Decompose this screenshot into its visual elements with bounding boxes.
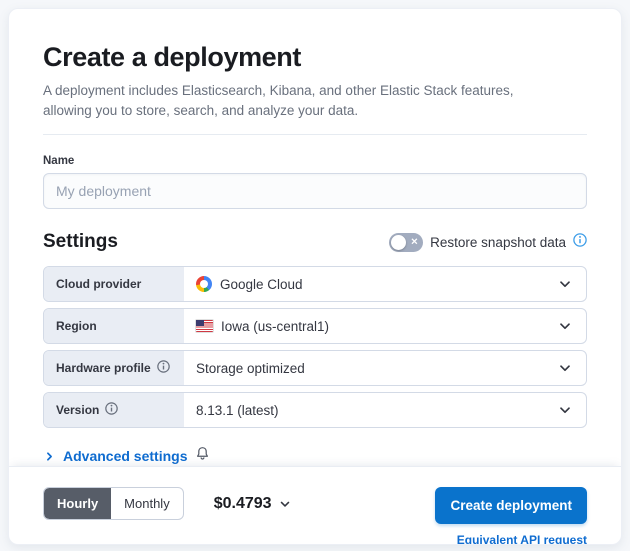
create-deployment-button[interactable]: Create deployment bbox=[435, 487, 587, 525]
region-value: Iowa (us-central1) bbox=[184, 309, 557, 343]
create-deployment-dialog: Create a deployment A deployment include… bbox=[8, 8, 622, 545]
info-icon bbox=[156, 360, 170, 376]
row-label-text: Cloud provider bbox=[56, 277, 142, 292]
us-flag-icon bbox=[195, 319, 214, 334]
toggle-off-x-icon: ✕ bbox=[410, 236, 419, 247]
deployment-name-input[interactable] bbox=[43, 173, 587, 210]
info-icon bbox=[105, 402, 119, 418]
google-cloud-icon bbox=[196, 276, 212, 293]
row-label-text: Hardware profile bbox=[56, 361, 151, 376]
hardware-profile-label-cell: Hardware profile bbox=[44, 351, 184, 386]
info-icon[interactable] bbox=[573, 232, 587, 252]
bell-icon bbox=[195, 446, 210, 466]
restore-snapshot-toggle[interactable]: ✕ bbox=[389, 232, 424, 252]
chevron-down-icon bbox=[557, 309, 586, 343]
page-subtitle: A deployment includes Elasticsearch, Kib… bbox=[43, 82, 514, 118]
hardware-profile-value: Storage optimized bbox=[184, 351, 557, 385]
dialog-body: Create a deployment A deployment include… bbox=[9, 9, 621, 466]
price-value: $0.4793 bbox=[213, 494, 272, 512]
row-value-text: Google Cloud bbox=[220, 276, 303, 292]
toggle-knob bbox=[391, 234, 407, 250]
header-divider bbox=[43, 134, 587, 136]
row-value-text: Iowa (us-central1) bbox=[221, 318, 330, 334]
chevron-down-icon bbox=[557, 393, 586, 427]
hardware-profile-select[interactable]: Hardware profile Storage optimized bbox=[43, 350, 587, 387]
cloud-provider-value: Google Cloud bbox=[184, 267, 557, 301]
chevron-right-icon bbox=[43, 450, 56, 463]
row-value-text: Storage optimized bbox=[196, 360, 305, 376]
chevron-down-icon bbox=[278, 497, 292, 511]
footer-actions: Create deployment Equivalent API request bbox=[435, 487, 587, 544]
row-label-text: Region bbox=[56, 319, 97, 334]
billing-monthly-button[interactable]: Monthly bbox=[111, 488, 183, 519]
row-label-text: Version bbox=[56, 403, 100, 418]
dialog-footer: Hourly Monthly $0.4793 Create deployment… bbox=[9, 466, 621, 544]
cloud-provider-select[interactable]: Cloud provider Google Cloud bbox=[43, 266, 587, 303]
name-label: Name bbox=[43, 155, 75, 168]
settings-select-rows: Cloud provider Google Cloud Region Iowa … bbox=[43, 266, 587, 429]
restore-snapshot-group: ✕ Restore snapshot data bbox=[389, 232, 587, 252]
price-dropdown[interactable]: $0.4793 bbox=[214, 487, 292, 520]
page-title: Create a deployment bbox=[43, 42, 301, 72]
region-label-cell: Region bbox=[44, 309, 184, 344]
advanced-settings-link[interactable]: Advanced settings bbox=[63, 448, 187, 464]
name-field-block: Name bbox=[43, 155, 587, 210]
row-value-text: 8.13.1 (latest) bbox=[196, 402, 279, 418]
billing-hourly-button[interactable]: Hourly bbox=[44, 488, 112, 520]
region-select[interactable]: Region Iowa (us-central1) bbox=[43, 308, 587, 345]
chevron-down-icon bbox=[557, 351, 586, 385]
settings-heading: Settings bbox=[43, 231, 118, 253]
version-label-cell: Version bbox=[44, 393, 184, 428]
version-value: 8.13.1 (latest) bbox=[184, 393, 557, 427]
cloud-provider-label-cell: Cloud provider bbox=[44, 267, 184, 302]
equivalent-api-request-link[interactable]: Equivalent API request bbox=[457, 533, 587, 544]
settings-header: Settings ✕ Restore snapshot data bbox=[43, 231, 587, 253]
billing-interval-toggle: Hourly Monthly bbox=[43, 487, 184, 521]
advanced-settings-row: Advanced settings bbox=[43, 446, 587, 466]
restore-snapshot-label: Restore snapshot data bbox=[430, 234, 566, 250]
chevron-down-icon bbox=[557, 267, 586, 301]
version-select[interactable]: Version 8.13.1 (latest) bbox=[43, 392, 587, 429]
